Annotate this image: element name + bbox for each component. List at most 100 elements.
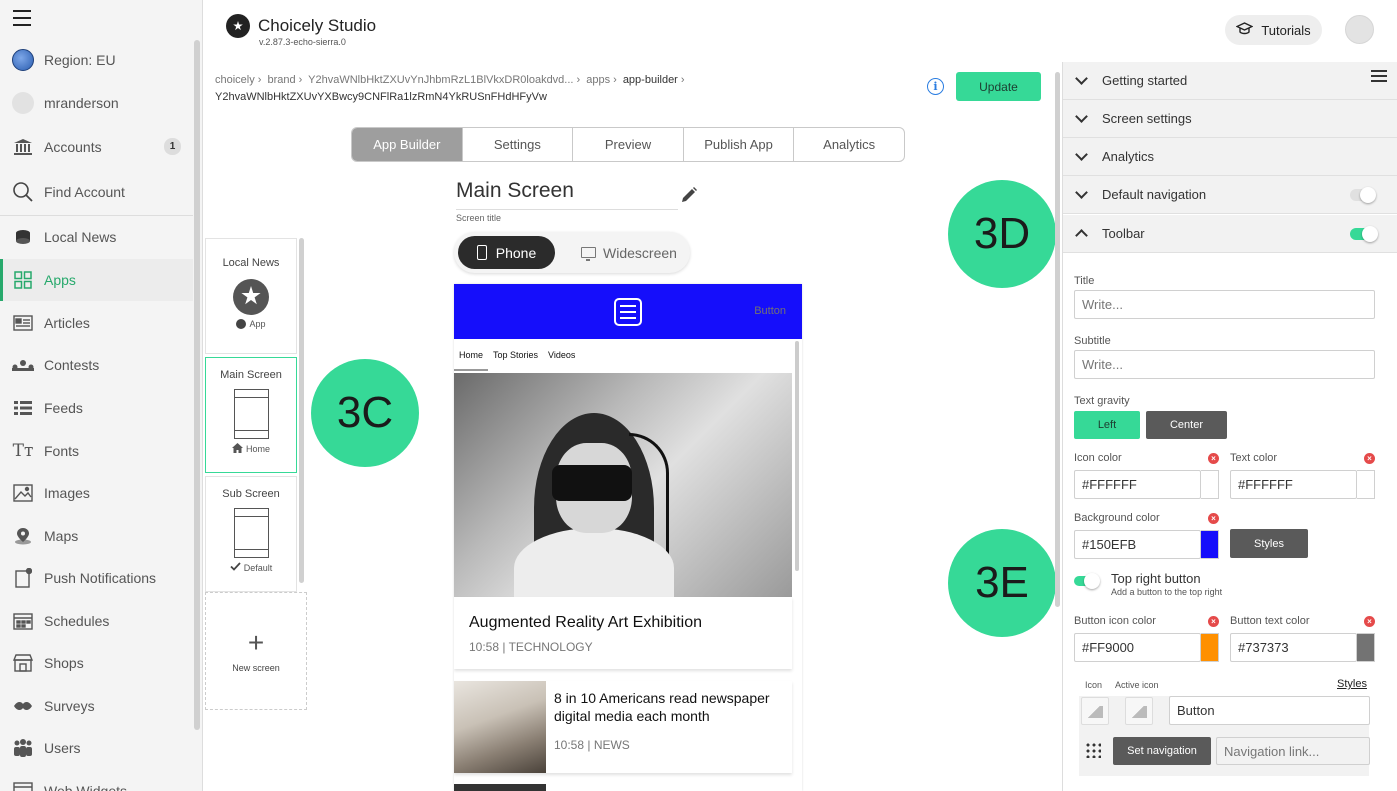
button-label-input[interactable]: Button [1169, 696, 1370, 725]
clear-button-text-color-icon[interactable]: × [1364, 616, 1375, 627]
styles-button[interactable]: Styles [1230, 529, 1308, 558]
sidebar-item-web-widgets[interactable]: Web Widgets [0, 770, 193, 791]
app-version: v.2.87.3-echo-sierra.0 [259, 37, 346, 47]
clear-button-icon-color-icon[interactable]: × [1208, 616, 1219, 627]
sidebar-item-push-notifications[interactable]: Push Notifications [0, 557, 193, 599]
screen-card-main-screen[interactable]: Main Screen Home [205, 357, 297, 473]
sidebar-item-region[interactable]: Region: EU [0, 39, 193, 81]
clear-icon-color-icon[interactable]: × [1208, 453, 1219, 464]
sidebar-item-schedules[interactable]: Schedules [0, 600, 193, 642]
section-getting-started[interactable]: Getting started [1063, 62, 1397, 100]
panel-menu-icon[interactable] [1371, 70, 1387, 83]
article-hero-image[interactable] [454, 373, 792, 597]
preview-nav-videos[interactable]: Videos [543, 339, 580, 371]
sidebar-item-fonts[interactable]: Tт Fonts [0, 430, 193, 472]
marker-3e: 3E [948, 529, 1056, 637]
breadcrumb: choicely › brand › Y2hvaWNlbHktZXUvYnJhbmR… [215, 74, 685, 86]
screen-card-name: Main Screen [220, 369, 282, 381]
subtitle-label: Subtitle [1074, 335, 1111, 347]
button-text-color-input[interactable]: #737373 [1230, 633, 1357, 662]
icon-color-input[interactable]: #FFFFFF [1074, 470, 1201, 499]
device-phone-button[interactable]: Phone [458, 236, 555, 269]
breadcrumb-item[interactable]: brand [267, 74, 295, 86]
shop-icon [12, 652, 34, 674]
sidebar-item-articles[interactable]: Articles [0, 302, 193, 344]
text-color-input[interactable]: #FFFFFF [1230, 470, 1357, 499]
tab-preview[interactable]: Preview [573, 128, 684, 161]
toolbar-subtitle-input[interactable]: Write... [1074, 350, 1375, 379]
navigation-link-input[interactable]: Navigation link... [1216, 737, 1370, 765]
device-widescreen-button[interactable]: Widescreen [572, 236, 686, 269]
gravity-center-button[interactable]: Center [1146, 411, 1227, 439]
sidebar-item-label: Contests [44, 357, 100, 373]
tab-analytics[interactable]: Analytics [794, 128, 904, 161]
toolbar-title-input[interactable]: Write... [1074, 290, 1375, 319]
active-icon-image-placeholder-icon[interactable] [1125, 697, 1153, 725]
info-icon[interactable]: i [927, 78, 944, 95]
background-color-input[interactable]: #150EFB [1074, 530, 1201, 559]
screen-card-sub-screen[interactable]: Sub Screen Default [205, 476, 297, 592]
sidebar-item-apps[interactable]: Apps [0, 259, 193, 301]
section-default-navigation[interactable]: Default navigation [1063, 176, 1397, 214]
sidebar-item-surveys[interactable]: Surveys [0, 685, 193, 727]
top-right-button-toggle[interactable] [1074, 573, 1100, 589]
icon-color-swatch[interactable] [1201, 470, 1219, 499]
background-color-swatch[interactable] [1201, 530, 1219, 559]
gravity-left-button[interactable]: Left [1074, 411, 1140, 439]
styles-link[interactable]: Styles [1337, 678, 1367, 690]
breadcrumb-item[interactable]: choicely [215, 74, 255, 86]
new-screen-button[interactable]: + New screen [205, 592, 307, 710]
pencil-icon[interactable] [680, 186, 698, 209]
sidebar-item-find-account[interactable]: Find Account [0, 171, 193, 213]
breadcrumb-item[interactable]: apps [586, 74, 610, 86]
sidebar-item-local-news[interactable]: Local News [0, 216, 193, 258]
clear-background-color-icon[interactable]: × [1208, 513, 1219, 524]
user-avatar[interactable] [1345, 15, 1374, 44]
sidebar-item-maps[interactable]: Maps [0, 515, 193, 557]
icon-image-placeholder-icon[interactable] [1081, 697, 1109, 725]
screen-title-underline [456, 209, 678, 210]
tab-publish-app[interactable]: Publish App [684, 128, 795, 161]
tab-settings[interactable]: Settings [463, 128, 574, 161]
preview-toolbar-button[interactable]: Button [754, 305, 786, 317]
clear-text-color-icon[interactable]: × [1364, 453, 1375, 464]
sidebar-item-contests[interactable]: Contests [0, 344, 193, 386]
preview-nav-top-stories[interactable]: Top Stories [488, 339, 543, 371]
preview-scrollbar[interactable] [795, 341, 799, 571]
menu-icon[interactable] [13, 10, 31, 26]
section-screen-settings[interactable]: Screen settings [1063, 100, 1397, 138]
screen-card-local-news[interactable]: Local News App [205, 238, 297, 354]
breadcrumb-item[interactable]: app-builder [623, 74, 678, 86]
tab-app-builder[interactable]: App Builder [352, 128, 463, 161]
preview-nav-home[interactable]: Home [454, 339, 489, 371]
update-button[interactable]: Update [956, 72, 1041, 101]
sidebar-item-accounts[interactable]: Accounts 1 [0, 126, 193, 168]
sidebar-item-user[interactable]: mranderson [0, 82, 193, 124]
article-list-item[interactable]: 8 in 10 Americans read newspaper digital… [454, 681, 792, 773]
sidebar-item-users[interactable]: Users [0, 727, 193, 769]
choicely-small-icon [236, 319, 247, 329]
sidebar-item-shops[interactable]: Shops [0, 642, 193, 684]
canvas-scrollbar[interactable] [1055, 72, 1060, 607]
screen-title-input[interactable]: Main Screen [456, 179, 574, 203]
section-toolbar[interactable]: Toolbar [1063, 215, 1397, 253]
set-navigation-button[interactable]: Set navigation [1113, 737, 1211, 765]
text-color-swatch[interactable] [1357, 470, 1375, 499]
screen-list: Local News App Main Screen Home Sub Scre… [205, 238, 307, 710]
article-card[interactable]: Augmented Reality Art Exhibition 10:58 |… [454, 597, 792, 669]
drag-handle-icon[interactable] [1085, 742, 1101, 758]
breadcrumb-item[interactable]: Y2hvaWNlbHktZXUvYnJhbmRzL1BlVkxDR0loakdv… [308, 74, 573, 86]
screen-list-scrollbar[interactable] [299, 238, 304, 583]
default-navigation-toggle[interactable] [1350, 187, 1376, 203]
sidebar-item-images[interactable]: Images [0, 472, 193, 514]
toolbar-toggle[interactable] [1350, 226, 1378, 242]
button-icon-color-swatch[interactable] [1201, 633, 1219, 662]
button-text-color-swatch[interactable] [1357, 633, 1375, 662]
screen-card-sub: Default [230, 562, 272, 573]
tutorials-button[interactable]: Tutorials [1225, 15, 1322, 45]
section-analytics[interactable]: Analytics [1063, 138, 1397, 176]
sidebar-item-feeds[interactable]: Feeds [0, 387, 193, 429]
button-icon-color-input[interactable]: #FF9000 [1074, 633, 1201, 662]
preview-menu-icon[interactable] [614, 298, 642, 326]
sidebar-scrollbar[interactable] [194, 40, 200, 730]
